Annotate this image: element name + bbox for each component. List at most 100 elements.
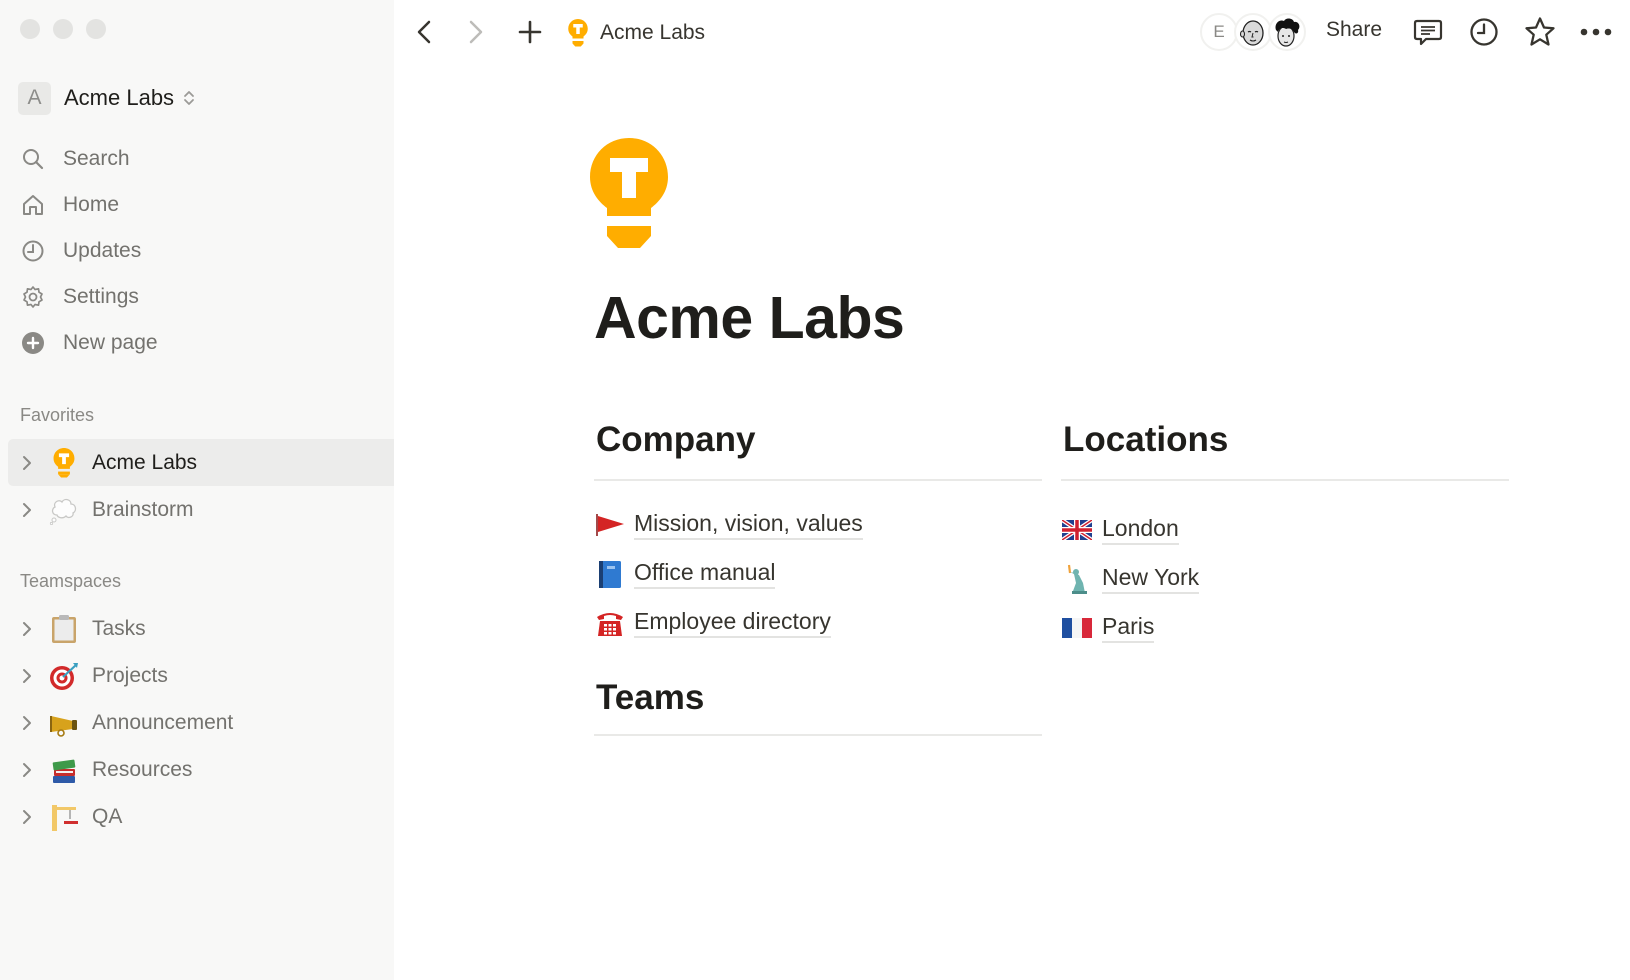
breadcrumb-label: Acme Labs xyxy=(600,21,706,44)
teams-section: Teams xyxy=(594,678,1042,736)
sidebar-item-label: Search xyxy=(63,147,130,170)
page-link-label: Paris xyxy=(1102,612,1155,643)
company-heading[interactable]: Company xyxy=(594,420,1042,466)
sidebar-item-settings[interactable]: Settings xyxy=(0,274,394,320)
lightbulb-icon xyxy=(48,447,80,479)
page-link-label: Employee directory xyxy=(634,607,831,638)
collaborator-avatars[interactable]: E xyxy=(1200,13,1306,51)
divider xyxy=(594,734,1042,736)
home-icon xyxy=(21,193,45,217)
blue-book-icon xyxy=(594,558,626,590)
comments-button[interactable] xyxy=(1412,16,1444,48)
back-button[interactable] xyxy=(408,16,440,48)
france-flag-icon xyxy=(1061,612,1093,644)
chevron-right-icon[interactable] xyxy=(20,809,34,825)
chevron-right-icon[interactable] xyxy=(20,502,34,518)
chevron-up-down-icon xyxy=(184,91,194,105)
sidebar-item-label: Resources xyxy=(92,757,193,781)
clock-icon xyxy=(21,239,45,263)
sidebar-item-acme-labs[interactable]: Acme Labs xyxy=(8,439,394,486)
page-link-mission[interactable]: Mission, vision, values xyxy=(594,500,1042,549)
chevron-right-icon[interactable] xyxy=(20,455,34,471)
sidebar-nav: Search Home Updates Settings New page xyxy=(0,136,394,366)
new-page-button[interactable] xyxy=(514,16,546,48)
favorites-list: Acme Labs Brainstorm xyxy=(8,439,394,533)
sidebar-item-announcement[interactable]: Announcement xyxy=(8,699,394,746)
sidebar-item-resources[interactable]: Resources xyxy=(8,746,394,793)
chevron-right-icon[interactable] xyxy=(20,621,34,637)
chevron-right-icon[interactable] xyxy=(20,668,34,684)
sidebar-item-label: QA xyxy=(92,804,123,828)
star-icon xyxy=(1525,17,1555,46)
sidebar-item-label: Announcement xyxy=(92,710,234,734)
history-button[interactable] xyxy=(1468,16,1500,48)
breadcrumb[interactable]: Acme Labs xyxy=(568,18,705,48)
sidebar-item-home[interactable]: Home xyxy=(0,182,394,228)
share-button[interactable]: Share xyxy=(1326,18,1382,42)
more-icon xyxy=(1580,28,1612,36)
locations-heading[interactable]: Locations xyxy=(1061,420,1509,466)
sidebar: A Acme Labs Search Home Updates Settings… xyxy=(0,0,394,980)
sidebar-item-label: New page xyxy=(63,331,158,354)
avatar[interactable]: E xyxy=(1200,13,1238,51)
workspace-name: Acme Labs xyxy=(64,85,175,110)
sidebar-item-qa[interactable]: QA xyxy=(8,793,394,840)
books-icon xyxy=(48,754,80,786)
page-link-employee-directory[interactable]: Employee directory xyxy=(594,598,1042,647)
workspace-switcher[interactable]: A Acme Labs xyxy=(18,81,196,115)
sidebar-item-label: Home xyxy=(63,193,120,216)
avatar[interactable] xyxy=(1234,13,1272,51)
sidebar-item-label: Projects xyxy=(92,663,168,687)
gear-icon xyxy=(21,285,45,309)
company-column: Company Mission, vision, values Office m… xyxy=(594,420,1042,647)
sidebar-item-label: Updates xyxy=(63,239,142,262)
page-link-label: New York xyxy=(1102,563,1200,594)
teams-heading[interactable]: Teams xyxy=(594,678,1042,724)
uk-flag-icon xyxy=(1061,514,1093,546)
comment-icon xyxy=(1413,19,1443,46)
plus-circle-icon xyxy=(21,331,45,355)
crane-icon xyxy=(48,801,80,833)
sidebar-item-tasks[interactable]: Tasks xyxy=(8,605,394,652)
favorite-button[interactable] xyxy=(1524,16,1556,48)
window-controls xyxy=(20,19,106,39)
locations-column: Locations London New York Paris xyxy=(1061,420,1509,652)
page-icon[interactable] xyxy=(590,138,668,250)
sidebar-item-search[interactable]: Search xyxy=(0,136,394,182)
sidebar-item-new-page[interactable]: New page xyxy=(0,320,394,366)
statue-of-liberty-icon xyxy=(1061,563,1093,595)
minimize-window-button[interactable] xyxy=(53,19,73,39)
page-link-label: London xyxy=(1102,514,1179,545)
sidebar-item-updates[interactable]: Updates xyxy=(0,228,394,274)
topbar: Acme Labs E Share xyxy=(394,0,1630,66)
page-link-new-york[interactable]: New York xyxy=(1061,554,1509,603)
more-button[interactable] xyxy=(1580,16,1612,48)
maximize-window-button[interactable] xyxy=(86,19,106,39)
clipboard-icon xyxy=(48,613,80,645)
chevron-right-icon[interactable] xyxy=(20,715,34,731)
sidebar-item-brainstorm[interactable]: Brainstorm xyxy=(8,486,394,533)
page-link-paris[interactable]: Paris xyxy=(1061,603,1509,652)
avatar[interactable] xyxy=(1268,13,1306,51)
sidebar-item-label: Tasks xyxy=(92,616,146,640)
page-link-label: Office manual xyxy=(634,558,776,589)
page-link-label: Mission, vision, values xyxy=(634,509,863,540)
bald-face-avatar-icon xyxy=(1239,20,1264,46)
page-link-office-manual[interactable]: Office manual xyxy=(594,549,1042,598)
page-title[interactable]: Acme Labs xyxy=(594,284,905,352)
red-flag-icon xyxy=(594,509,626,541)
favorites-label: Favorites xyxy=(20,405,95,425)
chevron-right-icon[interactable] xyxy=(20,762,34,778)
target-dart-icon xyxy=(48,660,80,692)
chevron-right-icon xyxy=(469,20,483,44)
divider xyxy=(1061,479,1509,481)
forward-button[interactable] xyxy=(460,16,492,48)
clock-icon xyxy=(1470,18,1498,46)
sidebar-item-label: Settings xyxy=(63,285,139,308)
sidebar-item-projects[interactable]: Projects xyxy=(8,652,394,699)
page-link-london[interactable]: London xyxy=(1061,505,1509,554)
close-window-button[interactable] xyxy=(20,19,40,39)
chevron-left-icon xyxy=(417,20,431,44)
curly-hair-avatar-icon xyxy=(1275,18,1300,47)
divider xyxy=(594,479,1042,481)
